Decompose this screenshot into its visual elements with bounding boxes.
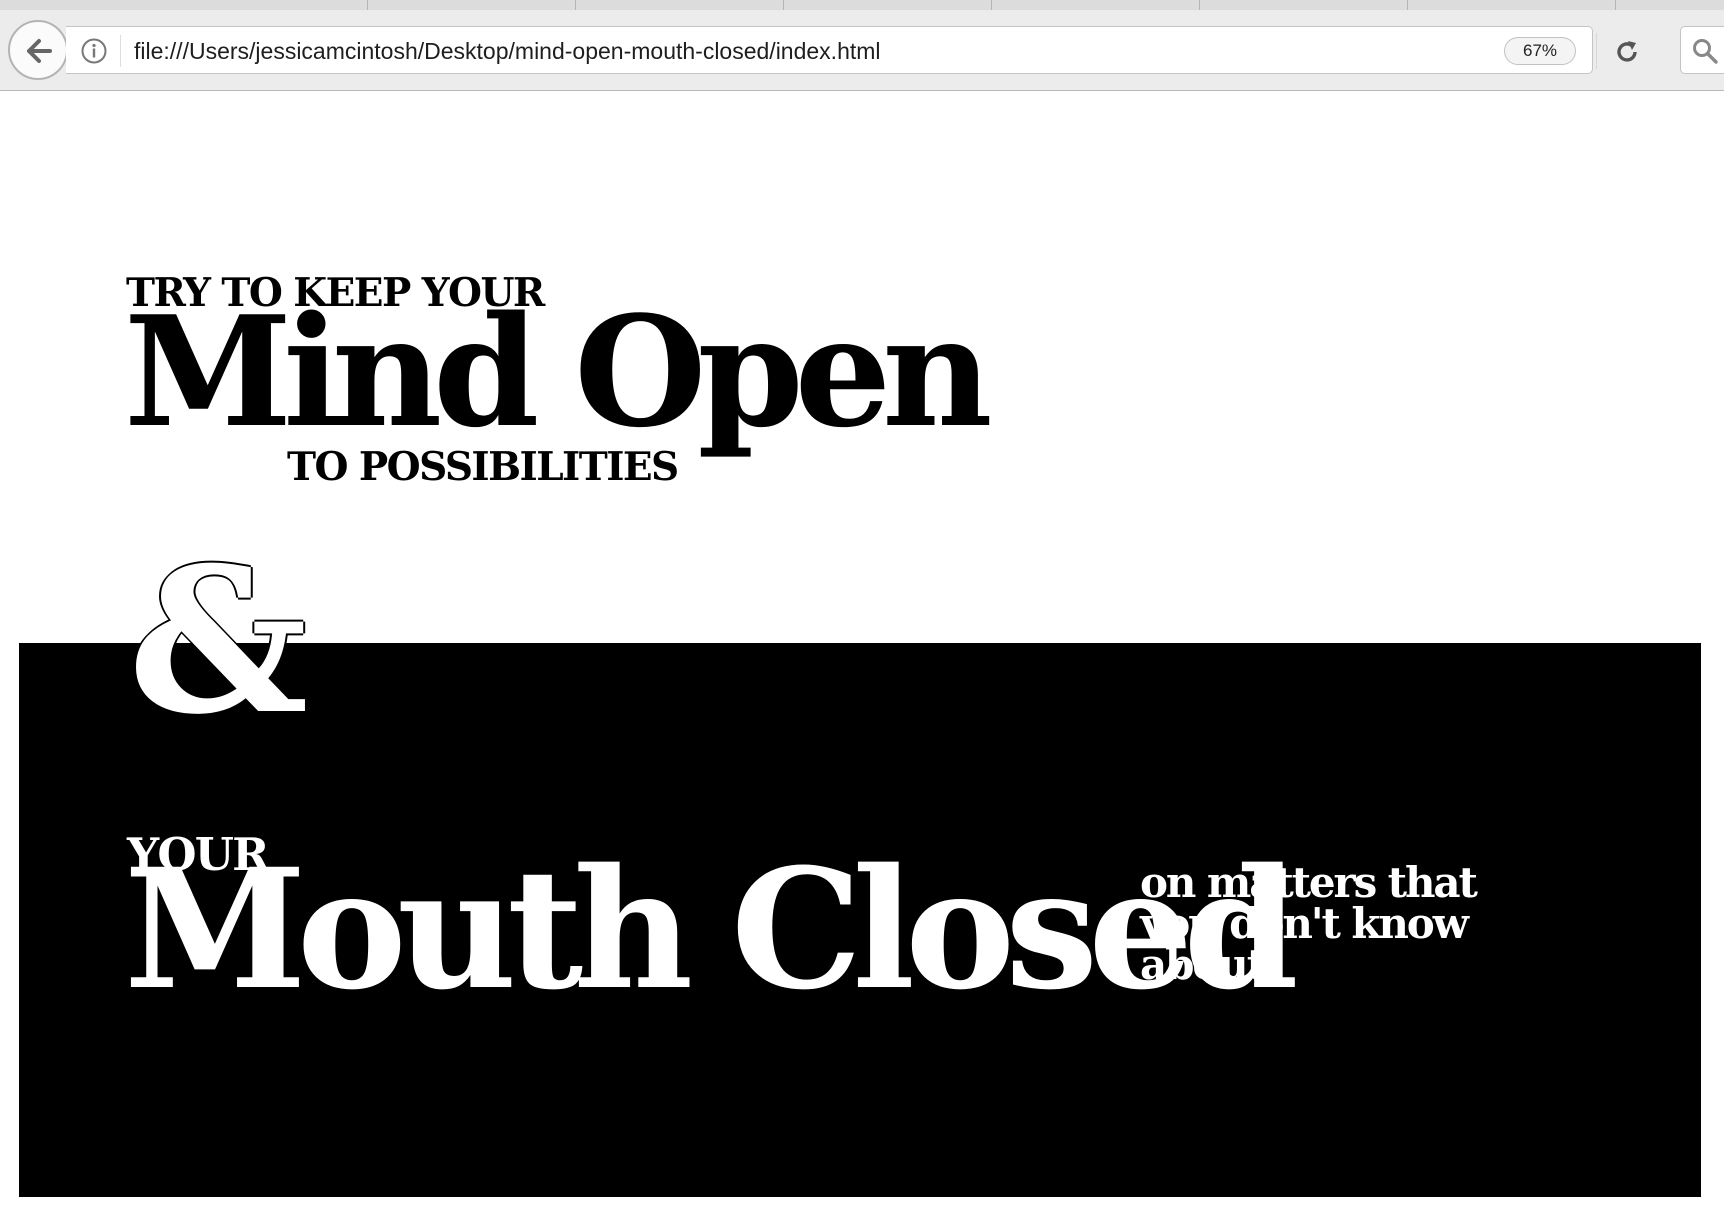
tab-separator: [575, 0, 576, 10]
reload-icon[interactable]: [1613, 38, 1641, 66]
url-text[interactable]: file:///Users/jessicamcintosh/Desktop/mi…: [134, 38, 881, 65]
search-icon: [1693, 39, 1718, 64]
tab-separator: [367, 0, 368, 10]
ampersand: &: [128, 524, 309, 759]
tab-separator: [1407, 0, 1408, 10]
headline-mind-open: Mind Open: [124, 282, 993, 461]
page-content: TRY TO KEEP YOUR Mind Open TO POSSIBILIT…: [0, 91, 1724, 1222]
possibilities-line: TO POSSIBILITIES: [287, 444, 679, 490]
zoom-level-badge[interactable]: 67%: [1504, 37, 1576, 65]
tail-text: on matters that you don't know about: [1140, 858, 1520, 990]
tail-line: you don't know: [1140, 899, 1469, 949]
back-arrow-icon: [27, 39, 52, 63]
info-icon[interactable]: [81, 38, 107, 64]
address-divider: [120, 35, 121, 67]
reload-divider: [1596, 33, 1597, 69]
address-bar[interactable]: file:///Users/jessicamcintosh/Desktop/mi…: [66, 26, 1637, 74]
tab-separator: [783, 0, 784, 10]
back-button[interactable]: [8, 20, 68, 80]
browser-toolbar: file:///Users/jessicamcintosh/Desktop/mi…: [0, 10, 1724, 91]
tail-line: about: [1140, 940, 1266, 990]
search-box[interactable]: [1680, 26, 1724, 74]
headline-mouth-closed: Mouth Closed: [124, 832, 1299, 1026]
tab-separator: [1615, 0, 1616, 10]
tail-line: on matters that: [1140, 858, 1478, 907]
tab-separator: [991, 0, 992, 10]
tab-separator: [1199, 0, 1200, 10]
